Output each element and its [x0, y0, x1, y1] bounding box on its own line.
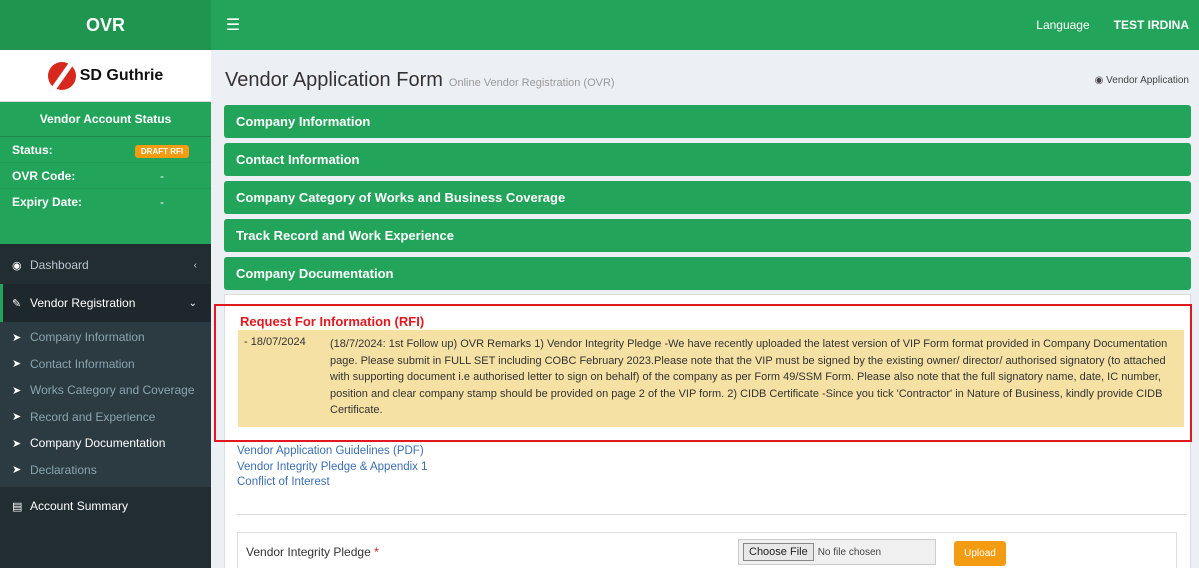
expiry-date-row: Expiry Date: -: [0, 189, 211, 215]
sidebar-item-label: Works Category and Coverage: [30, 383, 195, 398]
sidebar-item-works-category[interactable]: ➤ Works Category and Coverage: [0, 377, 211, 404]
arrow-circle-right-icon: ➤: [12, 411, 22, 424]
arrow-circle-right-icon: ➤: [12, 384, 22, 397]
user-menu[interactable]: TEST IRDINA: [1114, 18, 1189, 32]
hamburger-icon[interactable]: ☰: [213, 0, 253, 50]
status-label: Status:: [12, 142, 53, 157]
sidebar-item-vendor-registration[interactable]: ✎ Vendor Registration ⌄: [0, 284, 211, 322]
status-badge: DRAFT RFI: [134, 144, 190, 158]
no-file-text: No file chosen: [817, 546, 882, 558]
panel-track-record[interactable]: Track Record and Work Experience: [224, 219, 1191, 252]
page-subtitle: Online Vendor Registration (OVR): [448, 77, 615, 89]
guidelines-link[interactable]: Vendor Application Guidelines (PDF): [237, 444, 428, 460]
sidebar-item-label: Declarations: [30, 462, 97, 477]
file-input[interactable]: Choose File No file chosen: [738, 539, 936, 565]
sidebar-item-label: Record and Experience: [30, 409, 156, 424]
page-title: Vendor Application Form: [225, 68, 443, 91]
top-right-menu: Language TEST IRDINA: [1036, 0, 1199, 50]
panel-company-information[interactable]: Company Information: [224, 105, 1191, 138]
rfi-box: Request For Information (RFI) - 18/07/20…: [214, 304, 1192, 442]
rfi-title: Request For Information (RFI): [240, 314, 425, 329]
sidebar-item-label: Account Summary: [30, 499, 129, 513]
dashboard-icon: ◉: [12, 259, 22, 272]
ovr-code-label: OVR Code:: [12, 168, 76, 183]
page-header: Vendor Application Form Online Vendor Re…: [211, 50, 1199, 110]
language-menu[interactable]: Language: [1036, 18, 1089, 32]
panel-works-category[interactable]: Company Category of Works and Business C…: [224, 181, 1191, 214]
sidebar-item-declarations[interactable]: ➤ Declarations: [0, 457, 211, 484]
upload-button[interactable]: Upload: [954, 541, 1006, 566]
chevron-left-icon: ‹: [193, 259, 197, 271]
panel-company-documentation[interactable]: Company Documentation: [224, 257, 1191, 290]
rfi-remarks: - 18/07/2024 (18/7/2024: 1st Follow up) …: [238, 330, 1184, 427]
sidebar-item-dashboard[interactable]: ◉ Dashboard ‹: [0, 246, 211, 284]
arrow-circle-right-icon: ➤: [12, 464, 22, 477]
chevron-down-icon: ⌄: [188, 297, 197, 309]
sidebar-item-label: Company Information: [30, 330, 145, 345]
ovr-code-value: -: [160, 168, 164, 183]
edit-icon: ✎: [12, 297, 22, 310]
arrow-circle-right-icon: ➤: [12, 437, 22, 450]
sidebar-item-contact-information[interactable]: ➤ Contact Information: [0, 351, 211, 378]
rfi-text: (18/7/2024: 1st Follow up) OVR Remarks 1…: [330, 338, 1168, 416]
logo-text: SD Guthrie: [79, 66, 164, 84]
top-navbar: OVR ☰ Language TEST IRDINA: [0, 0, 1199, 50]
arrow-circle-right-icon: ➤: [12, 331, 22, 344]
status-row: Status: DRAFT RFI: [0, 137, 211, 163]
conflict-of-interest-link[interactable]: Conflict of Interest: [237, 475, 428, 491]
vendor-registration-submenu: ➤ Company Information ➤ Contact Informat…: [0, 322, 211, 487]
sidebar-item-account-summary[interactable]: ▤ Account Summary: [0, 487, 211, 525]
choose-file-button[interactable]: Choose File: [743, 543, 814, 561]
required-mark: *: [374, 545, 379, 559]
sd-guthrie-logo-icon: [47, 61, 76, 90]
upload-label: Vendor Integrity Pledge *: [246, 545, 379, 559]
dashboard-icon: ◉: [1094, 74, 1104, 86]
rfi-date: - 18/07/2024: [244, 336, 306, 348]
upload-label-text: Vendor Integrity Pledge: [246, 545, 371, 559]
status-title: Vendor Account Status: [0, 102, 211, 137]
sidebar-item-company-documentation[interactable]: ➤ Company Documentation: [0, 430, 211, 457]
expiry-date-label: Expiry Date:: [12, 195, 83, 209]
divider: [237, 514, 1187, 515]
sidebar-item-label: Company Documentation: [30, 436, 166, 451]
arrow-circle-right-icon: ➤: [12, 358, 22, 371]
document-links: Vendor Application Guidelines (PDF) Vend…: [237, 444, 428, 491]
sidebar-item-label: Contact Information: [30, 356, 135, 371]
sidebar-item-company-information[interactable]: ➤ Company Information: [0, 324, 211, 351]
breadcrumb-label: Vendor Application: [1106, 74, 1189, 86]
upload-row: Vendor Integrity Pledge * Choose File No…: [237, 532, 1177, 568]
company-logo: SD Guthrie: [0, 50, 211, 102]
integrity-pledge-link[interactable]: Vendor Integrity Pledge & Appendix 1: [237, 460, 428, 476]
list-icon: ▤: [12, 500, 23, 513]
app-brand[interactable]: OVR: [0, 0, 211, 50]
breadcrumb[interactable]: ◉ Vendor Application: [1095, 75, 1189, 86]
vendor-account-status: Vendor Account Status Status: DRAFT RFI …: [0, 102, 211, 244]
sidebar-item-record-experience[interactable]: ➤ Record and Experience: [0, 404, 211, 431]
sidebar-item-label: Dashboard: [30, 258, 89, 272]
sidebar: SD Guthrie Vendor Account Status Status:…: [0, 50, 211, 568]
panel-contact-information[interactable]: Contact Information: [224, 143, 1191, 176]
ovr-code-row: OVR Code: -: [0, 163, 211, 189]
sidebar-item-label: Vendor Registration: [30, 296, 136, 310]
expiry-date-value: -: [160, 195, 164, 209]
